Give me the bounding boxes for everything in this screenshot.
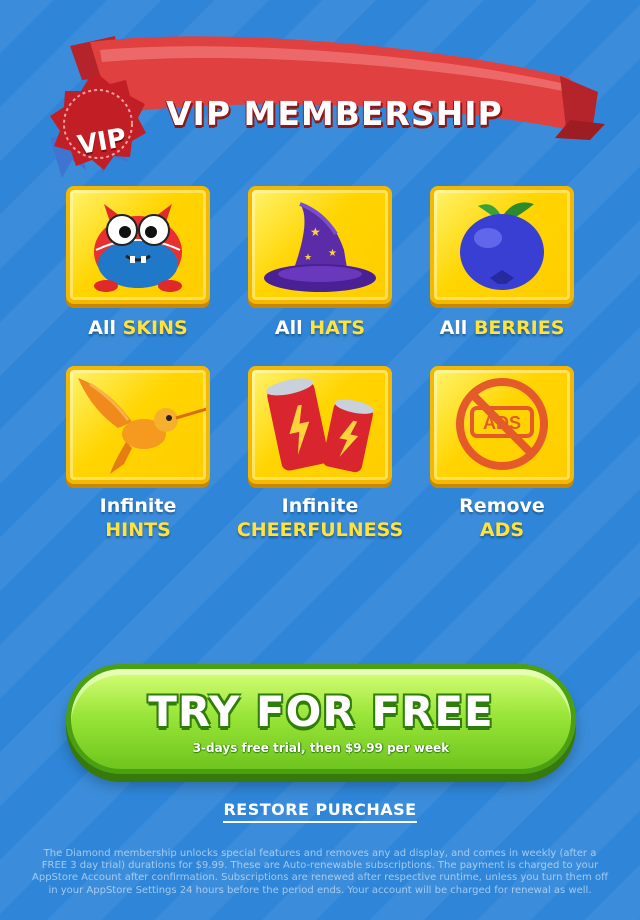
blueberry-icon [460, 202, 544, 290]
feature-highlight: HATS [309, 317, 366, 339]
feature-tile-cheerfulness [248, 366, 392, 484]
feature-tile-ads: ADS [430, 366, 574, 484]
feature-highlight: SKINS [122, 317, 188, 339]
feature-label-skins: All SKINS [48, 316, 228, 340]
cta-subtitle: 3-days free trial, then $9.99 per week [192, 741, 450, 755]
wizard-hat-icon: ★ ★ ★ [264, 202, 376, 292]
try-for-free-button[interactable]: TRY FOR FREE 3-days free trial, then $9.… [66, 664, 576, 774]
feature-label-ads: Remove ADS [412, 494, 592, 542]
feature-prefix: Infinite [281, 495, 359, 517]
feature-prefix: All [439, 317, 468, 339]
feature-prefix: Remove [459, 495, 545, 517]
no-ads-icon: ADS [456, 378, 548, 470]
feature-prefix: Infinite [99, 495, 177, 517]
feature-label-cheerfulness: Infinite CHEERFULNESS [230, 494, 410, 542]
legal-text: The Diamond membership unlocks special f… [32, 848, 608, 896]
hummingbird-icon [78, 378, 206, 474]
feature-highlight: HINTS [105, 519, 171, 541]
feature-highlight: BERRIES [473, 317, 565, 339]
monster-icon [94, 204, 182, 292]
feature-prefix: All [274, 317, 303, 339]
feature-highlight: CHEERFULNESS [236, 519, 404, 541]
feature-label-berries: All BERRIES [412, 316, 592, 340]
restore-purchase-link[interactable]: RESTORE PURCHASE [223, 800, 417, 823]
feature-label-hats: All HATS [230, 316, 410, 340]
feature-highlight: ADS [479, 519, 525, 541]
feature-tile-berries [430, 186, 574, 304]
vip-banner: VIP MEMBERSHIP VIP [20, 28, 620, 198]
feature-tile-hints [66, 366, 210, 484]
ads-icon-text: ADS [483, 413, 521, 433]
svg-text:★: ★ [310, 225, 321, 239]
feature-label-hints: Infinite HINTS [48, 494, 228, 542]
restore-container: RESTORE PURCHASE [0, 800, 640, 823]
cta-title: TRY FOR FREE [148, 687, 494, 736]
feature-prefix: All [88, 317, 117, 339]
feature-tile-skins [66, 186, 210, 304]
page-title: VIP MEMBERSHIP [166, 94, 503, 133]
svg-text:★: ★ [304, 253, 312, 263]
energy-can-icon [266, 378, 374, 473]
svg-text:★: ★ [328, 248, 337, 259]
feature-tile-hats: ★ ★ ★ [248, 186, 392, 304]
